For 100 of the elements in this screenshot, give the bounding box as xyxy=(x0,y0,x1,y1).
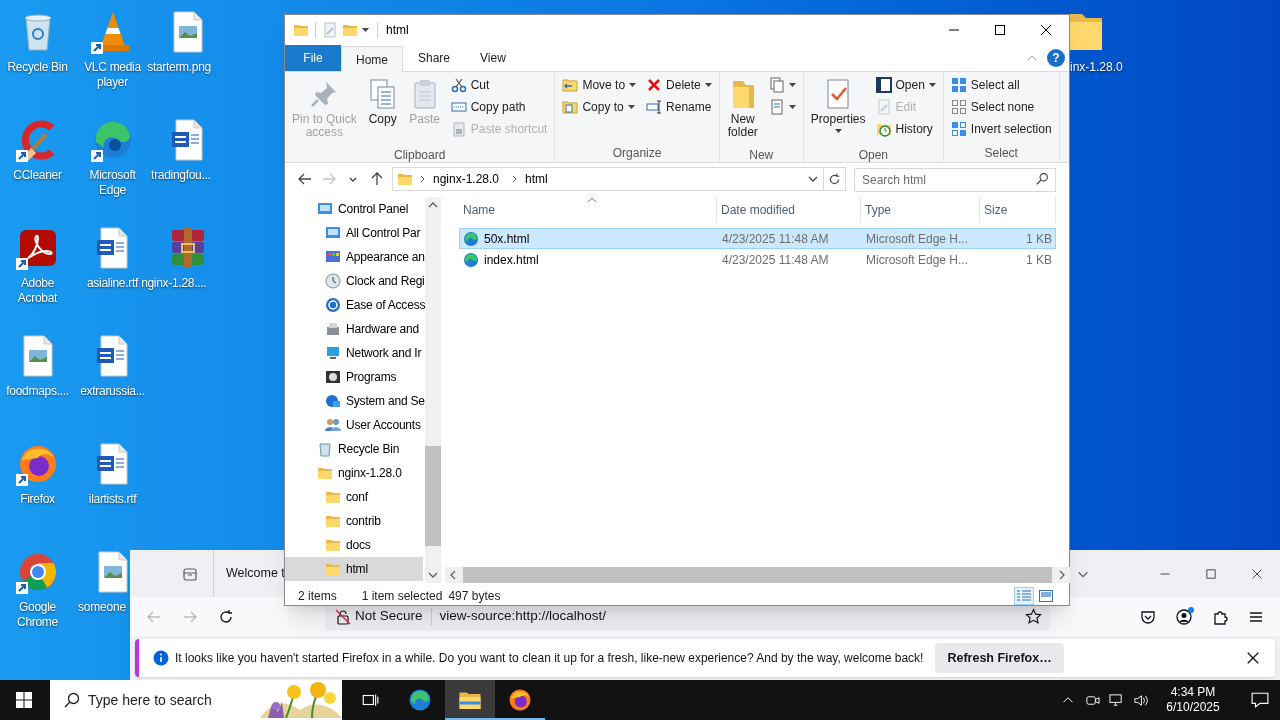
address-bar[interactable]: nginx-1.28.0 html xyxy=(392,167,846,191)
speech-bubble-icon xyxy=(1251,691,1269,709)
star-icon xyxy=(1025,608,1042,625)
browser-tab[interactable]: Welcome t xyxy=(226,564,285,583)
browser-icon xyxy=(408,688,432,712)
taskbar-app-button[interactable] xyxy=(445,680,495,720)
window-icon xyxy=(875,77,892,93)
help-button[interactable]: ? xyxy=(1047,49,1065,67)
security-label[interactable]: Not Secure xyxy=(355,606,423,627)
ribbon-button[interactable]: Invert selection xyxy=(947,118,1055,140)
globe-icon xyxy=(325,393,341,409)
view-button[interactable] xyxy=(1036,587,1056,605)
page-icon xyxy=(768,99,785,115)
breadcrumb-item[interactable]: html xyxy=(519,170,554,188)
breadcrumb-item[interactable]: nginx-1.28.0 xyxy=(427,170,506,188)
ribbon-button[interactable]: Rename xyxy=(643,96,715,118)
refresh-icon xyxy=(828,172,841,186)
ribbon-button[interactable]: New folder xyxy=(723,72,762,146)
monitor-icon xyxy=(325,345,341,361)
nav-item[interactable]: Ease of Access xyxy=(285,293,423,317)
edit-icon xyxy=(875,99,892,115)
taskbar-search-field[interactable]: Type here to search xyxy=(86,680,256,720)
file-row[interactable]: index.html 4/23/2025 11:48 AM Microsoft Edge H... 1 KB xyxy=(459,249,1056,270)
folder-arrow-icon xyxy=(562,77,579,93)
file-name: 50x.html xyxy=(484,230,530,248)
collapse-ribbon-icon xyxy=(1027,55,1037,61)
chevron-icon xyxy=(419,175,427,183)
caret-icon xyxy=(928,83,936,87)
scrollbar-thumb[interactable] xyxy=(425,446,441,546)
folder-icon xyxy=(325,561,341,577)
nav-item[interactable]: nginx-1.28.0 xyxy=(285,461,423,485)
caret-icon xyxy=(788,83,796,87)
nav-item[interactable]: Hardware and xyxy=(285,317,423,341)
browser-icon xyxy=(463,251,479,268)
ribbon-button[interactable]: Copy path xyxy=(447,96,551,118)
palette-icon xyxy=(325,249,341,265)
date-cell-text: 4/23/2025 11:48 AM xyxy=(721,230,830,248)
close-icon xyxy=(1041,25,1051,35)
nav-item[interactable]: Network and Ir xyxy=(285,341,423,365)
nav-item[interactable]: conf xyxy=(285,485,423,509)
nav-item[interactable]: Control Panel xyxy=(285,197,423,221)
file-row[interactable]: 50x.html 4/23/2025 11:48 AM Microsoft Edge H... 1 KB xyxy=(459,228,1056,249)
ribbon-button[interactable]: Delete xyxy=(643,74,715,96)
caret-icon xyxy=(362,28,369,32)
file-tab[interactable]: File xyxy=(285,45,341,71)
nav-item[interactable]: Appearance an xyxy=(285,245,423,269)
nav-item[interactable]: User Accounts xyxy=(285,413,423,437)
up-icon xyxy=(369,171,385,187)
clipboard-icon xyxy=(450,121,467,137)
details-view-icon xyxy=(1017,590,1031,602)
folder-icon xyxy=(342,22,358,38)
ribbon-button[interactable]: Open xyxy=(872,74,939,96)
scrollbar[interactable] xyxy=(425,197,441,583)
nav-item[interactable]: Recycle Bin xyxy=(285,437,423,461)
status-text: 2 items xyxy=(298,588,337,605)
caret-icon xyxy=(704,83,712,87)
ribbon-button[interactable]: Copy xyxy=(363,72,402,146)
nav-item[interactable]: All Control Par xyxy=(285,221,423,245)
task-view-icon xyxy=(361,691,379,709)
refresh-firefox-button[interactable]: Refresh Firefox… xyxy=(935,643,1064,673)
folder-icon xyxy=(317,465,333,481)
ribbon-button[interactable]: Select all xyxy=(947,74,1055,96)
ribbon-button[interactable]: Properties xyxy=(807,72,869,146)
browser-icon xyxy=(463,230,479,247)
ribbon-button[interactable]: Select none xyxy=(947,96,1055,118)
ribbon-tab[interactable]: Home xyxy=(341,46,403,72)
ribbon-group-label: Open xyxy=(857,147,889,164)
ribbon-button[interactable]: Copy to xyxy=(559,96,640,118)
caret-icon xyxy=(627,105,635,109)
nav-item[interactable]: System and Se xyxy=(285,389,423,413)
column-header[interactable]: Size xyxy=(980,197,1056,223)
network-icon xyxy=(1108,692,1124,708)
column-header[interactable]: Type xyxy=(861,197,980,223)
url-text: view-source:http://localhost/ xyxy=(439,607,607,626)
invert-selection-icon xyxy=(950,121,967,137)
ribbon-button[interactable]: Cut xyxy=(447,74,551,96)
column-header[interactable]: Name xyxy=(459,197,717,223)
path-icon xyxy=(450,99,467,115)
printer-icon xyxy=(325,321,341,337)
desktop-icon-label[interactable]: inx-1.28.0 xyxy=(1070,60,1123,75)
type-cell-text: Microsoft Edge H... xyxy=(865,230,970,248)
account-button[interactable] xyxy=(1174,606,1194,627)
nav-item[interactable]: docs xyxy=(285,533,423,557)
search-field[interactable]: Search html xyxy=(854,168,1056,192)
nav-item[interactable]: contrib xyxy=(285,509,423,533)
column-header[interactable]: Date modified xyxy=(717,197,861,223)
clock[interactable]: 4:34 PM 6/10/2025 xyxy=(1158,685,1228,715)
ribbon-button[interactable]: Move to xyxy=(559,74,640,96)
folder-icon xyxy=(325,537,341,553)
search-icon xyxy=(64,692,80,708)
scissors-icon xyxy=(450,77,467,93)
folder-icon xyxy=(325,513,341,529)
monitor-icon xyxy=(317,201,333,217)
delete-icon xyxy=(646,77,663,93)
ribbon-group-label: New xyxy=(748,147,775,164)
nav-item[interactable]: html xyxy=(285,557,423,581)
maximize-icon xyxy=(995,25,1005,35)
nav-item[interactable]: Clock and Regi xyxy=(285,269,423,293)
nav-item[interactable]: Programs xyxy=(285,365,423,389)
ribbon-button[interactable]: History xyxy=(872,118,939,140)
